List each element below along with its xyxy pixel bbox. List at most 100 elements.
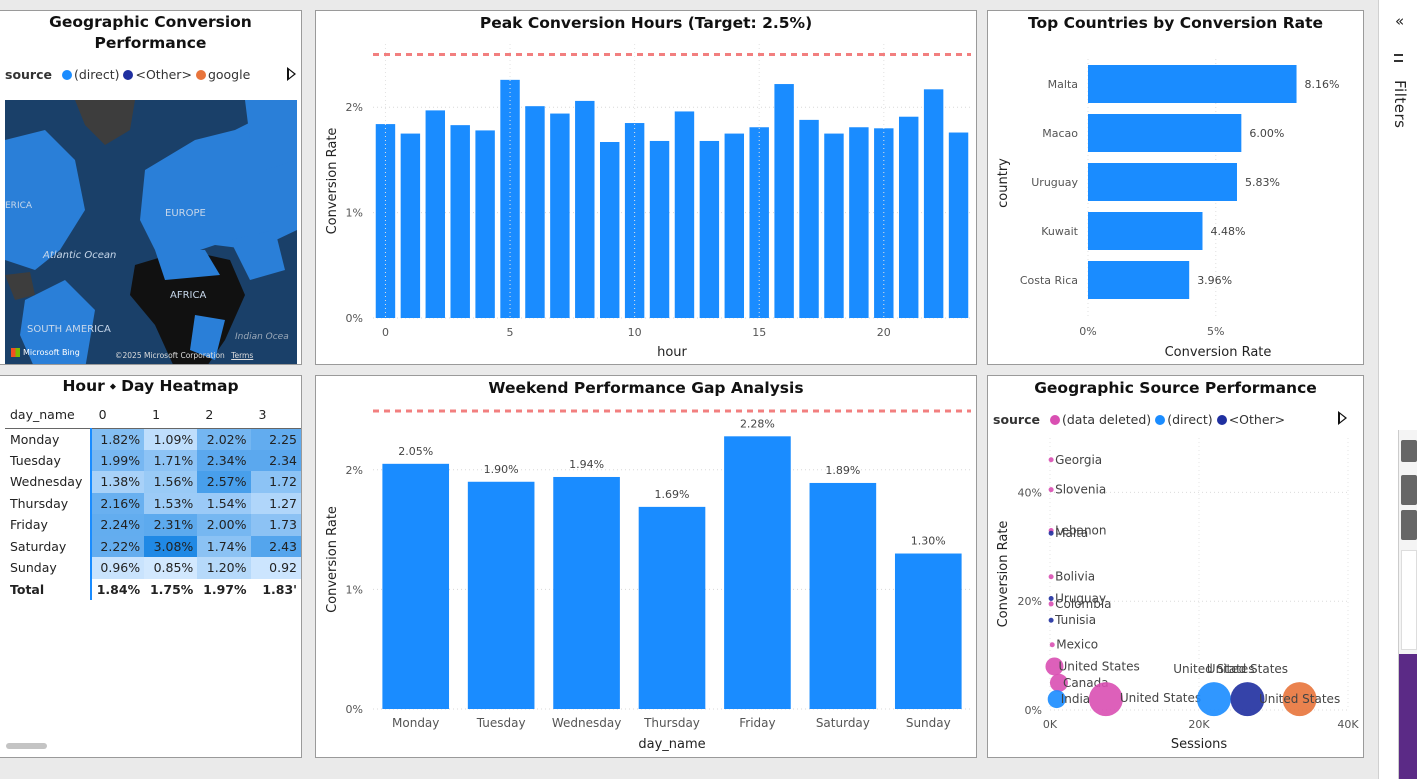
- bar: [1088, 261, 1190, 299]
- x-axis-title: Sessions: [1171, 737, 1228, 752]
- collapse-icon[interactable]: «: [1395, 12, 1404, 30]
- data-label: 6.00%: [1249, 127, 1284, 140]
- point-label: Tunisia: [1054, 613, 1096, 627]
- x-axis-title: Conversion Rate: [1165, 345, 1272, 360]
- table-row[interactable]: Monday 1.82% 1.09% 2.02% 2.25: [5, 427, 301, 450]
- bar: [553, 476, 620, 709]
- table-row[interactable]: Saturday 2.22% 3.08% 1.74% 2.43: [5, 535, 301, 557]
- bar: [467, 481, 535, 709]
- heatmap-cell: 2.31%: [144, 514, 198, 536]
- world-map[interactable]: ERICA EUROPE Atlantic Ocean AFRICA SOUTH…: [5, 100, 297, 364]
- thumb-button-3[interactable]: [1401, 510, 1417, 540]
- legend-next-icon[interactable]: [287, 67, 296, 81]
- bar: [475, 130, 495, 318]
- data-label: 1.69%: [655, 488, 690, 501]
- x-tick-label: Thursday: [643, 716, 700, 730]
- terms-link[interactable]: Terms: [231, 351, 253, 360]
- heatmap-card[interactable]: Hour ⬩ Day Heatmap day_name 0 1 2 3 Monday 1.8…: [0, 375, 302, 758]
- scatter-point: [1048, 601, 1054, 607]
- data-label: 2.05%: [398, 445, 433, 458]
- scatter-point: [1048, 457, 1054, 463]
- y-tick-label: 20%: [1018, 595, 1042, 608]
- scatter-point: [1048, 574, 1054, 580]
- point-label: Colombia: [1055, 597, 1111, 611]
- bar: [674, 111, 695, 318]
- peak-hours-chart: 0% 1% 2% 0 5 10 15 20 hour Conversion Rate: [325, 44, 971, 360]
- map-label-africa: AFRICA: [170, 290, 207, 301]
- row-day-label: Sunday: [10, 560, 57, 576]
- bar: [809, 482, 877, 709]
- y-axis-title: Conversion Rate: [325, 506, 340, 613]
- y-axis-title: Conversion Rate: [996, 521, 1011, 628]
- y-tick-label: 2%: [346, 101, 363, 114]
- y-tick-label: Malta: [1048, 78, 1078, 91]
- map-label-atlantic: Atlantic Ocean: [43, 250, 117, 261]
- x-tick-label: 40K: [1337, 718, 1359, 731]
- data-label: 1.94%: [569, 458, 604, 471]
- bar: [575, 100, 595, 319]
- table-row[interactable]: Tuesday 1.99% 1.71% 2.34% 2.34: [5, 449, 301, 471]
- table-row[interactable]: Thursday 2.16% 1.53% 1.54% 1.27: [5, 492, 301, 514]
- data-label: 1.30%: [911, 535, 946, 548]
- y-tick-label: 0%: [346, 703, 363, 716]
- point-label: United States: [1207, 662, 1288, 676]
- map-label-europe: EUROPE: [165, 208, 206, 219]
- map-legend: source (direct) <Other> google: [5, 67, 250, 82]
- bar: [894, 553, 962, 709]
- heatmap-cell: 2.00%: [197, 514, 251, 536]
- x-tick-label: 20: [877, 326, 891, 339]
- x-tick-label: 5: [507, 326, 514, 339]
- x-tick-label: 0K: [1043, 718, 1058, 731]
- row-day-label: Tuesday: [10, 452, 61, 468]
- filters-label[interactable]: Filters: [1391, 80, 1409, 128]
- y-tick-label: Macao: [1042, 127, 1078, 140]
- bing-logo-text: Microsoft Bing: [23, 348, 80, 357]
- bar: [425, 110, 446, 319]
- thumb-button-1[interactable]: [1401, 440, 1417, 462]
- heatmap-cell: 3.08%: [144, 535, 198, 557]
- top-countries-card[interactable]: Top Countries by Conversion Rate 0% 5% Mal…: [987, 10, 1364, 365]
- x-tick-label: Wednesday: [552, 716, 621, 730]
- weekend-gap-card[interactable]: Weekend Performance Gap Analysis 0% 1% 2% 2…: [315, 375, 977, 758]
- x-tick-label: Monday: [392, 716, 439, 730]
- geo-source-card[interactable]: Geographic Source Performance source (da…: [987, 375, 1364, 758]
- y-axis-title: Conversion Rate: [325, 128, 340, 235]
- total-cell: 1.97%: [203, 581, 247, 597]
- map-card[interactable]: Geographic Conversion Performance source…: [0, 10, 302, 365]
- heatmap-cell: 2.22%: [89, 535, 145, 557]
- legend-other: <Other>: [135, 67, 192, 82]
- peak-hours-card[interactable]: Peak Conversion Hours (Target: 2.5%) 0% 1…: [315, 10, 977, 365]
- heatmap-scrollbar[interactable]: [6, 743, 47, 749]
- scatter-point: [1049, 642, 1055, 648]
- map-label-america: ERICA: [5, 201, 33, 211]
- scatter-point: [1088, 682, 1123, 717]
- table-row[interactable]: Friday 2.24% 2.31% 2.00% 1.73: [5, 514, 301, 536]
- y-tick-label: Uruguay: [1031, 176, 1078, 189]
- total-cell: 1.75%: [149, 581, 194, 597]
- y-tick-label: 2%: [346, 464, 363, 477]
- bar: [774, 84, 794, 319]
- filters-pane[interactable]: « Filters: [1378, 0, 1417, 779]
- scatter-point: [1048, 530, 1054, 536]
- table-row[interactable]: Sunday 0.96% 0.85% 1.20% 0.92: [5, 557, 301, 579]
- data-label: 3.96%: [1197, 274, 1232, 287]
- row-day-label: Wednesday: [10, 474, 83, 490]
- point-label: United States: [1259, 692, 1340, 706]
- heatmap-cell: 2.25: [250, 427, 301, 450]
- weekend-gap-chart: 0% 1% 2% 2.05% Monday 1.90% Tuesday 1.94% Wednes…: [325, 409, 971, 752]
- x-tick-label: 15: [752, 326, 766, 339]
- heatmap-cell: 1.20%: [197, 557, 251, 579]
- thumb-button-2[interactable]: [1401, 475, 1417, 505]
- thumb-preview: [1401, 550, 1417, 650]
- heatmap-cell: 1.99%: [89, 449, 145, 471]
- heatmap-header-row: day_name 0 1 2 3: [5, 402, 301, 428]
- table-row[interactable]: Wednesday 1.38% 1.56% 2.57% 1.72: [5, 471, 301, 493]
- report-canvas: Geographic Conversion Performance source…: [0, 0, 1378, 779]
- data-label: 1.89%: [825, 464, 860, 477]
- heatmap-cell: 1.53%: [144, 492, 198, 514]
- row-day-label: Monday: [5, 427, 91, 450]
- column-header: day_name: [10, 407, 75, 423]
- heatmap-title: Hour ⬩ Day Heatmap: [62, 377, 239, 395]
- total-row: Total 1.84% 1.75% 1.97% 1.83': [5, 578, 301, 600]
- heatmap-cell: 1.72: [250, 471, 301, 493]
